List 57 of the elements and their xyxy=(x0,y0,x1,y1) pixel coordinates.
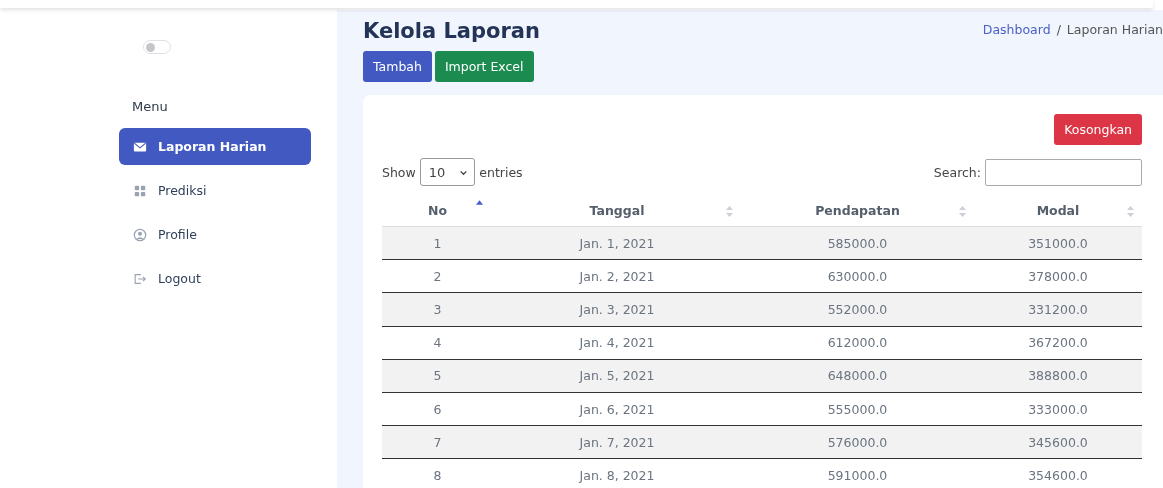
toggle-switch[interactable] xyxy=(143,40,171,54)
show-label: Show xyxy=(382,164,416,180)
user-icon xyxy=(133,227,147,242)
sidebar-item[interactable]: Profile xyxy=(119,216,311,253)
column-header[interactable]: Modal xyxy=(1036,202,1080,218)
table-cell: Jan. 5, 2021 xyxy=(579,368,655,384)
table-cell: 354600.0 xyxy=(1028,467,1088,483)
clear-button[interactable]: Kosongkan xyxy=(1054,114,1142,145)
table-cell: 351000.0 xyxy=(1028,235,1088,251)
table-cell: 591000.0 xyxy=(827,467,888,483)
sidebar-item[interactable]: Logout xyxy=(119,260,311,297)
table-cell: 585000.0 xyxy=(827,235,888,251)
add-button[interactable]: Tambah xyxy=(363,51,432,82)
table-cell: 8 xyxy=(433,467,442,483)
table-cell: 7 xyxy=(433,434,442,450)
table-cell: Jan. 1, 2021 xyxy=(579,235,655,251)
table-cell: Jan. 4, 2021 xyxy=(579,335,655,351)
table-cell: 6 xyxy=(433,401,442,417)
table-cell: 378000.0 xyxy=(1028,268,1088,284)
table-cell: Jan. 8, 2021 xyxy=(579,467,655,483)
search-label: Search: xyxy=(933,164,981,180)
column-header[interactable]: Pendapatan xyxy=(815,202,900,218)
table-cell: 345600.0 xyxy=(1028,434,1088,450)
import-button[interactable]: Import Excel xyxy=(434,51,534,82)
entries-label: entries xyxy=(479,164,523,180)
table-cell: 4 xyxy=(433,335,442,351)
table-cell: 331200.0 xyxy=(1028,301,1088,317)
column-header[interactable]: Tanggal xyxy=(589,202,645,218)
menu-heading: Menu xyxy=(132,99,169,114)
table-cell: 630000.0 xyxy=(827,268,888,284)
entries-select[interactable]: 10 xyxy=(419,158,476,186)
table-cell: Jan. 7, 2021 xyxy=(579,434,655,450)
table-cell: Jan. 3, 2021 xyxy=(579,301,655,317)
table-cell: 3 xyxy=(433,301,442,317)
table-cell: 5 xyxy=(433,368,442,384)
sidebar-item[interactable]: Prediksi xyxy=(119,172,311,209)
column-header[interactable]: No xyxy=(427,202,448,218)
breadcrumb-link[interactable]: Dashboard xyxy=(982,22,1051,82)
logout-icon xyxy=(133,271,147,286)
page-title: Kelola Laporan xyxy=(363,19,540,43)
sidebar-item[interactable]: Laporan Harian xyxy=(119,128,311,165)
table-cell: 576000.0 xyxy=(827,434,888,450)
table-cell: 1 xyxy=(433,235,442,251)
grid-icon xyxy=(133,183,147,198)
table-cell: Jan. 6, 2021 xyxy=(579,401,655,417)
table-cell: 552000.0 xyxy=(827,301,888,317)
search-field[interactable] xyxy=(985,158,1142,186)
table-cell: Jan. 2, 2021 xyxy=(579,268,655,284)
table-cell: 2 xyxy=(433,268,442,284)
table-cell: 333000.0 xyxy=(1028,401,1088,417)
table-cell: 388800.0 xyxy=(1028,368,1088,384)
table-cell: 555000.0 xyxy=(827,401,888,417)
table-cell: 367200.0 xyxy=(1028,335,1088,351)
table-cell: 648000.0 xyxy=(827,368,888,384)
breadcrumb-current: Laporan Harian xyxy=(1066,22,1163,39)
table-cell: 612000.0 xyxy=(827,335,888,351)
breadcrumb-separator: / xyxy=(1056,22,1061,39)
